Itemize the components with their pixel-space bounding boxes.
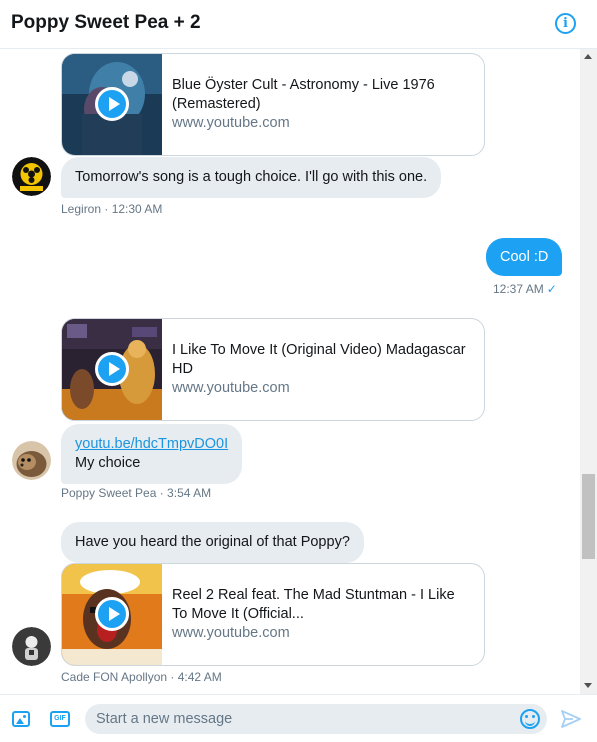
scrollbar[interactable]	[580, 49, 597, 694]
message-input[interactable]	[85, 704, 547, 734]
message-meta: Poppy Sweet Pea · 3:54 AM	[61, 486, 212, 500]
avatar[interactable]	[12, 627, 51, 666]
message-link[interactable]: youtu.be/hdcTmpvDO0I	[75, 436, 228, 452]
message-bubble: youtu.be/hdcTmpvDO0I My choice	[61, 424, 243, 484]
send-icon[interactable]	[561, 709, 581, 729]
link-card[interactable]: I Like To Move It (Original Video) Madag…	[61, 318, 485, 421]
card-domain: www.youtube.com	[172, 115, 290, 131]
message-text: My choice	[75, 455, 141, 471]
message-bubble: Have you heard the original of that Popp…	[61, 522, 364, 563]
video-thumbnail	[62, 564, 162, 665]
image-icon[interactable]	[12, 711, 30, 727]
play-icon[interactable]	[95, 352, 129, 386]
message-meta: Legiron · 12:30 AM	[61, 202, 163, 216]
emoji-icon[interactable]	[520, 709, 540, 729]
message-list[interactable]: Blue Öyster Cult - Astronomy - Live 1976…	[0, 49, 597, 694]
conversation-title: Poppy Sweet Pea + 2	[11, 12, 201, 33]
message-composer: GIF	[0, 694, 597, 742]
play-icon[interactable]	[95, 87, 129, 121]
card-title: Blue Öyster Cult - Astronomy - Live 1976…	[172, 77, 435, 112]
card-domain: www.youtube.com	[172, 380, 290, 396]
avatar[interactable]	[12, 157, 51, 196]
message-text: Cool :D	[500, 249, 549, 265]
checkmark-icon: ✓	[546, 282, 557, 296]
info-icon[interactable]: i	[555, 13, 576, 34]
message-bubble-sent: Cool :D	[486, 238, 563, 276]
play-icon[interactable]	[95, 597, 129, 631]
message-text: Tomorrow's song is a tough choice. I'll …	[75, 169, 428, 185]
video-thumbnail	[62, 319, 162, 420]
link-card[interactable]: Reel 2 Real feat. The Mad Stuntman - I L…	[61, 563, 485, 666]
avatar[interactable]	[12, 441, 51, 480]
message-text: Have you heard the original of that Popp…	[75, 534, 350, 550]
gif-button[interactable]: GIF	[50, 711, 70, 727]
link-card[interactable]: Blue Öyster Cult - Astronomy - Live 1976…	[61, 53, 485, 156]
video-thumbnail	[62, 54, 162, 155]
scrollbar-thumb[interactable]	[582, 474, 595, 559]
message-timestamp: 12:37 AM	[493, 282, 544, 296]
scroll-down-arrow-icon[interactable]	[584, 683, 592, 688]
card-domain: www.youtube.com	[172, 625, 290, 641]
card-title: Reel 2 Real feat. The Mad Stuntman - I L…	[172, 587, 455, 622]
scroll-up-arrow-icon[interactable]	[584, 54, 592, 59]
message-meta: Cade FON Apollyon · 4:42 AM	[61, 670, 222, 684]
conversation-header: Poppy Sweet Pea + 2 i	[0, 0, 597, 49]
message-bubble: Tomorrow's song is a tough choice. I'll …	[61, 157, 442, 198]
message-meta: 12:37 AM ✓	[493, 282, 557, 296]
card-title: I Like To Move It (Original Video) Madag…	[172, 342, 466, 377]
